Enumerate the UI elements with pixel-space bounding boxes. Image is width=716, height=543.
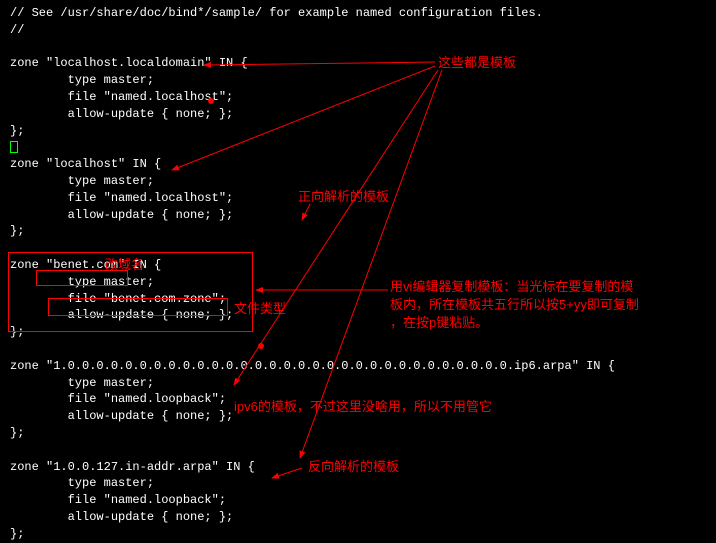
blank-line	[10, 442, 706, 459]
blank-line	[10, 240, 706, 257]
zone-type: type master;	[10, 173, 706, 190]
zone-open: zone "localhost.localdomain" IN {	[10, 55, 706, 72]
zone-allow: allow-update { none; };	[10, 307, 706, 324]
zone-type: type master;	[10, 274, 706, 291]
zone-close: };	[10, 425, 706, 442]
zone-close: };	[10, 324, 706, 341]
zone-open: zone "1.0.0.127.in-addr.arpa" IN {	[10, 459, 706, 476]
zone-allow: allow-update { none; };	[10, 509, 706, 526]
zone-file: file "named.localhost";	[10, 89, 706, 106]
zone-type: type master;	[10, 375, 706, 392]
blank-line	[10, 341, 706, 358]
zone-allow: allow-update { none; };	[10, 106, 706, 123]
cursor-box-icon	[10, 141, 18, 153]
zone-file: file "benet.com.zone";	[10, 291, 706, 308]
zone-allow: allow-update { none; };	[10, 207, 706, 224]
zone-close: };	[10, 123, 706, 140]
zone-type: type master;	[10, 475, 706, 492]
blank-line	[10, 39, 706, 56]
zone-open: zone "localhost" IN {	[10, 156, 706, 173]
comment-line: // See /usr/share/doc/bind*/sample/ for …	[10, 5, 706, 22]
zone-close: };	[10, 223, 706, 240]
comment-line: //	[10, 22, 706, 39]
zone-file: file "named.loopback";	[10, 492, 706, 509]
zone-type: type master;	[10, 72, 706, 89]
zone-file: file "named.loopback";	[10, 391, 706, 408]
zone-allow: allow-update { none; };	[10, 408, 706, 425]
zone-close: };	[10, 526, 706, 543]
zone-open: zone "1.0.0.0.0.0.0.0.0.0.0.0.0.0.0.0.0.…	[10, 358, 706, 375]
zone-open: zone "benet.com" IN {	[10, 257, 706, 274]
zone-file: file "named.localhost";	[10, 190, 706, 207]
cursor-line	[10, 139, 706, 156]
